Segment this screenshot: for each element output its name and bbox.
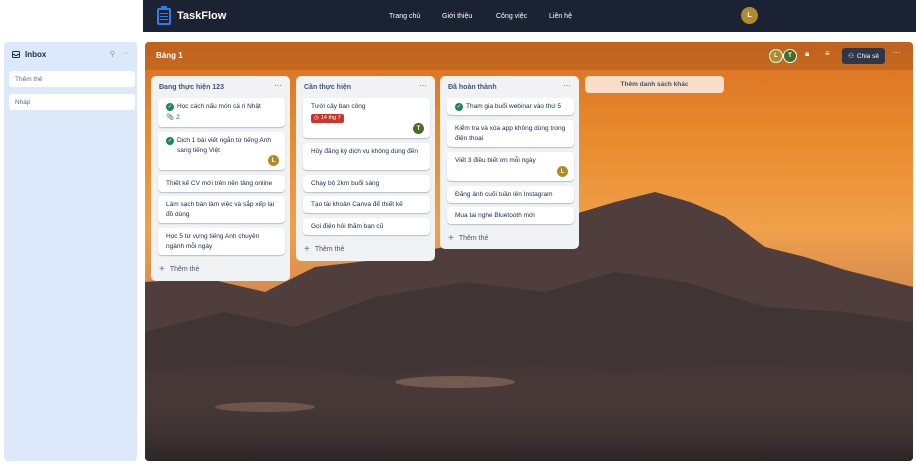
card-member-avatar[interactable]: T	[413, 123, 424, 134]
inbox-header: Inbox	[12, 50, 46, 59]
plus-icon: +	[448, 233, 454, 244]
list-menu-icon[interactable]: ···	[274, 81, 282, 90]
card[interactable]: Tưới cây ban công ◷ 14 thg 7 T	[303, 98, 430, 138]
check-icon[interactable]: ✓	[455, 103, 463, 111]
list-title[interactable]: Cần thực hiện	[304, 84, 351, 91]
card-text: Chạy bộ 2km buổi sáng	[311, 180, 380, 187]
share-label: Chia sẻ	[856, 52, 879, 60]
add-card-button[interactable]: + Thêm thẻ	[448, 233, 488, 244]
inbox-actions: ⚲ ···	[110, 50, 129, 58]
card[interactable]: Kiểm tra và xóa app không dùng trong điệ…	[447, 120, 574, 147]
list-done: Đã hoàn thành ··· ✓ Tham gia buổi webinar…	[440, 76, 579, 249]
draft-item[interactable]: Nháp	[9, 94, 135, 110]
card[interactable]: ✓ Học cách nấu món cá ri Nhật 📎︎ 2	[158, 98, 285, 127]
member-avatar-l[interactable]: L	[769, 49, 783, 63]
add-card-button[interactable]: + Thêm thẻ	[304, 244, 344, 255]
nav-about[interactable]: Giới thiệu	[442, 13, 472, 20]
top-navbar: TaskFlow Trang chủ Giới thiệu Công việc …	[143, 0, 916, 32]
nav-home[interactable]: Trang chủ	[389, 13, 420, 20]
board-header	[145, 42, 913, 70]
card-text: Kiểm tra và xóa app không dùng trong điệ…	[455, 125, 566, 142]
card[interactable]: Đăng ảnh cuối tuần lên Instagram	[447, 186, 574, 203]
card-text: Hủy đăng ký dịch vụ không dùng đến	[311, 148, 418, 155]
check-icon[interactable]: ✓	[166, 137, 174, 145]
card-text: Viết 3 điều biết ơn mỗi ngày	[455, 157, 536, 164]
card[interactable]: Thiết kế CV mới trên nền tảng online	[158, 175, 285, 192]
card[interactable]: Gọi điện hỏi thăm bạn cũ	[303, 218, 430, 235]
check-icon[interactable]: ✓	[166, 103, 174, 111]
user-avatar[interactable]: L	[741, 7, 758, 24]
main-nav: Trang chủ Giới thiệu Công việc Liên hệ	[143, 0, 916, 32]
card[interactable]: Hủy đăng ký dịch vụ không dùng đến	[303, 143, 430, 170]
add-person-icon: ⚇	[848, 53, 854, 60]
filter-list-icon[interactable]: ≡	[825, 49, 830, 58]
card-member-avatar[interactable]: L	[557, 166, 568, 177]
card[interactable]: Chạy bộ 2km buổi sáng	[303, 175, 430, 192]
inbox-icon	[12, 51, 20, 58]
attachment-count: 📎︎ 2	[166, 114, 180, 121]
filter-icon[interactable]: ⚲	[110, 50, 115, 58]
lock-icon[interactable]: 🔒︎	[805, 49, 809, 59]
card-text: Làm sạch bàn làm việc và sắp xếp lại đồ …	[166, 201, 275, 218]
add-card-label: Thêm thẻ	[458, 235, 489, 242]
card[interactable]: Tạo tài khoản Canva để thiết kế	[303, 196, 430, 213]
card[interactable]: ✓ Tham gia buổi webinar vào thứ 5	[447, 98, 574, 115]
card-text: Dịch 1 bài viết ngắn từ tiếng Anh sang t…	[177, 137, 271, 154]
card[interactable]: Mua tai nghe Bluetooth mới	[447, 207, 574, 224]
add-card-input[interactable]: Thêm thẻ	[9, 71, 135, 87]
card-text: Tưới cây ban công	[311, 103, 366, 110]
card-text: Tham gia buổi webinar vào thứ 5	[466, 103, 562, 110]
inbox-title: Inbox	[25, 50, 47, 59]
board-title[interactable]: Bảng 1	[156, 51, 183, 60]
list-menu-icon[interactable]: ···	[419, 81, 427, 90]
card-text: Mua tai nghe Bluetooth mới	[455, 212, 535, 219]
inbox-sidebar: Inbox ⚲ ··· Thêm thẻ Nháp	[4, 42, 137, 461]
nav-contact[interactable]: Liên hệ	[549, 13, 572, 20]
share-button[interactable]: ⚇ Chia sẻ	[842, 48, 885, 64]
list-todo: Cần thực hiện ··· Tưới cây ban công ◷ 14 …	[296, 76, 435, 261]
board: Bảng 1 L T 🔒︎ ≡ ⚇ Chia sẻ ··· Đang thực …	[145, 42, 913, 461]
paperclip-icon: 📎︎	[166, 114, 175, 121]
list-title[interactable]: Đã hoàn thành	[448, 84, 497, 91]
list-title[interactable]: Đang thực hiện 123	[159, 84, 224, 91]
add-card-label: Thêm thẻ	[169, 266, 200, 273]
due-date-badge[interactable]: ◷ 14 thg 7	[311, 114, 344, 123]
add-card-label: Thêm thẻ	[314, 246, 345, 253]
clock-icon: ◷	[314, 115, 319, 121]
nav-tasks[interactable]: Công việc	[496, 13, 527, 20]
plus-icon: +	[304, 244, 310, 255]
card-member-avatar[interactable]: L	[268, 155, 279, 166]
card-text: Học 5 từ vựng tiếng Anh chuyên ngành mỗi…	[166, 233, 260, 250]
card-text: Thiết kế CV mới trên nền tảng online	[166, 180, 273, 187]
more-icon[interactable]: ···	[122, 50, 129, 58]
plus-icon: +	[159, 264, 165, 275]
list-in-progress: Đang thực hiện 123 ··· ✓ Học cách nấu món…	[151, 76, 290, 281]
board-menu-icon[interactable]: ···	[893, 48, 901, 57]
card-text: Đăng ảnh cuối tuần lên Instagram	[455, 191, 553, 198]
card[interactable]: Làm sạch bàn làm việc và sắp xếp lại đồ …	[158, 196, 285, 223]
card-text: Tạo tài khoản Canva để thiết kế	[311, 201, 403, 208]
card-text: Học cách nấu món cá ri Nhật	[177, 103, 261, 110]
add-card-button[interactable]: + Thêm thẻ	[159, 264, 199, 275]
card[interactable]: Học 5 từ vựng tiếng Anh chuyên ngành mỗi…	[158, 228, 285, 255]
card[interactable]: ✓ Dịch 1 bài viết ngắn từ tiếng Anh sang …	[158, 132, 285, 170]
member-avatar-t[interactable]: T	[783, 49, 797, 63]
card[interactable]: Viết 3 điều biết ơn mỗi ngày L	[447, 152, 574, 181]
add-list-button[interactable]: Thêm danh sách khác	[585, 76, 724, 93]
card-text: Gọi điện hỏi thăm bạn cũ	[311, 223, 384, 230]
list-menu-icon[interactable]: ···	[563, 81, 571, 90]
